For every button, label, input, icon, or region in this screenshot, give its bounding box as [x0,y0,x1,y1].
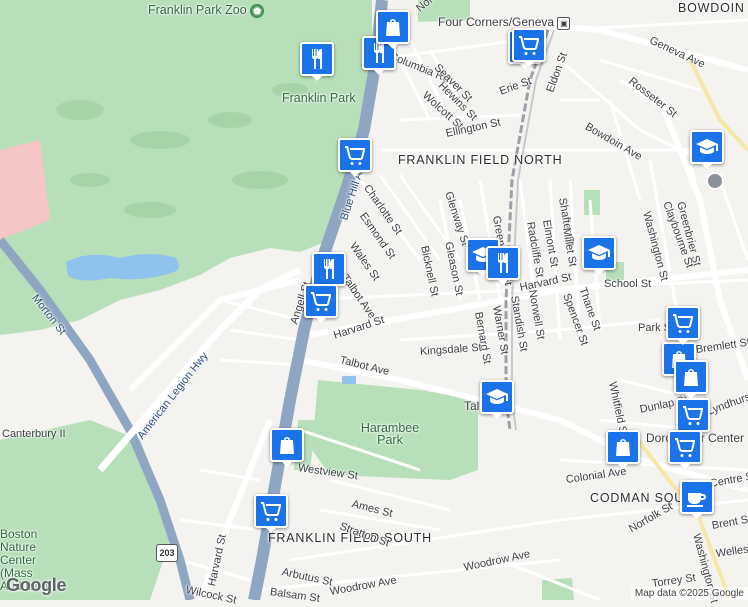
park-text: Franklin Park [282,91,356,105]
route-203-shield: 203 [156,544,178,562]
map-marker-school[interactable] [690,130,724,169]
grocery-cart-icon [343,143,367,167]
park-text: Franklin Park Zoo [148,3,247,17]
transit-four-corners[interactable]: Four Corners/Geneva ▣ [438,15,571,30]
map-marker-shopping-bag[interactable] [674,360,708,399]
logo-text: Google [6,575,67,595]
train-icon: ▣ [557,17,571,30]
map-marker-shopping-bag[interactable] [606,430,640,469]
map-marker-shopping-bag[interactable] [376,10,410,49]
pool [342,376,356,384]
poi-franklin-park-zoo[interactable]: Franklin Park Zoo ✿ [148,3,265,18]
school-icon [695,135,719,159]
map-marker-grocery-cart[interactable] [254,494,288,533]
school-icon [587,241,611,265]
park-label-franklin-park: Franklin Park [282,91,356,105]
map-marker-coffee[interactable] [680,480,714,519]
grocery-cart-icon [259,499,283,523]
map-marker-grocery-cart[interactable] [512,28,546,67]
map-marker-restaurant[interactable] [312,252,346,291]
attribution-text: Map data ©2025 Google [634,588,744,599]
street-text: School St [604,278,652,290]
university-building-icon[interactable] [706,172,724,190]
map-marker-grocery-cart[interactable] [668,430,702,469]
zoo-paw-icon: ✿ [250,4,265,18]
map-marker-restaurant[interactable] [300,42,334,81]
grocery-cart-icon [517,33,541,57]
grocery-cart-icon [671,311,695,335]
map-marker-grocery-cart[interactable] [666,306,700,345]
map-marker-restaurant[interactable] [486,246,520,285]
park-text: Harambee Park [360,421,420,447]
map-marker-school[interactable] [480,380,514,419]
street-school: School St [604,278,651,290]
shopping-bag-icon [679,365,703,389]
map-marker-grocery-cart[interactable] [338,138,372,177]
map-marker-grocery-cart[interactable] [304,284,338,323]
restaurant-icon [317,257,341,281]
area-label-franklin-field-north: FRANKLIN FIELD NORTH [398,153,563,167]
area-label-bowdoin: BOWDOIN [678,1,745,15]
grocery-cart-icon [681,403,705,427]
restaurant-icon [305,47,329,71]
restaurant-icon [491,251,515,275]
map-attribution[interactable]: Map data ©2025 Google [630,587,748,600]
map-marker-grocery-cart[interactable] [676,398,710,437]
shopping-bag-icon [381,15,405,39]
area-text: FRANKLIN FIELD NORTH [398,153,563,167]
shopping-bag-icon [611,435,635,459]
park-label-harambee: Harambee Park [360,421,420,447]
shopping-bag-icon [275,433,299,457]
grocery-cart-icon [673,435,697,459]
map-marker-shopping-bag[interactable] [270,428,304,467]
grocery-cart-icon [309,289,333,313]
school-icon [485,385,509,409]
route-text: 203 [159,548,175,558]
station-text: Four Corners/Geneva [438,15,555,29]
street-text: Canterbury II [2,428,66,440]
map-marker-school[interactable] [582,236,616,275]
coffee-icon [685,485,709,509]
street-canterbury: Canterbury II [2,428,66,440]
area-text: BOWDOIN [678,1,745,15]
google-logo: Google [6,575,67,596]
